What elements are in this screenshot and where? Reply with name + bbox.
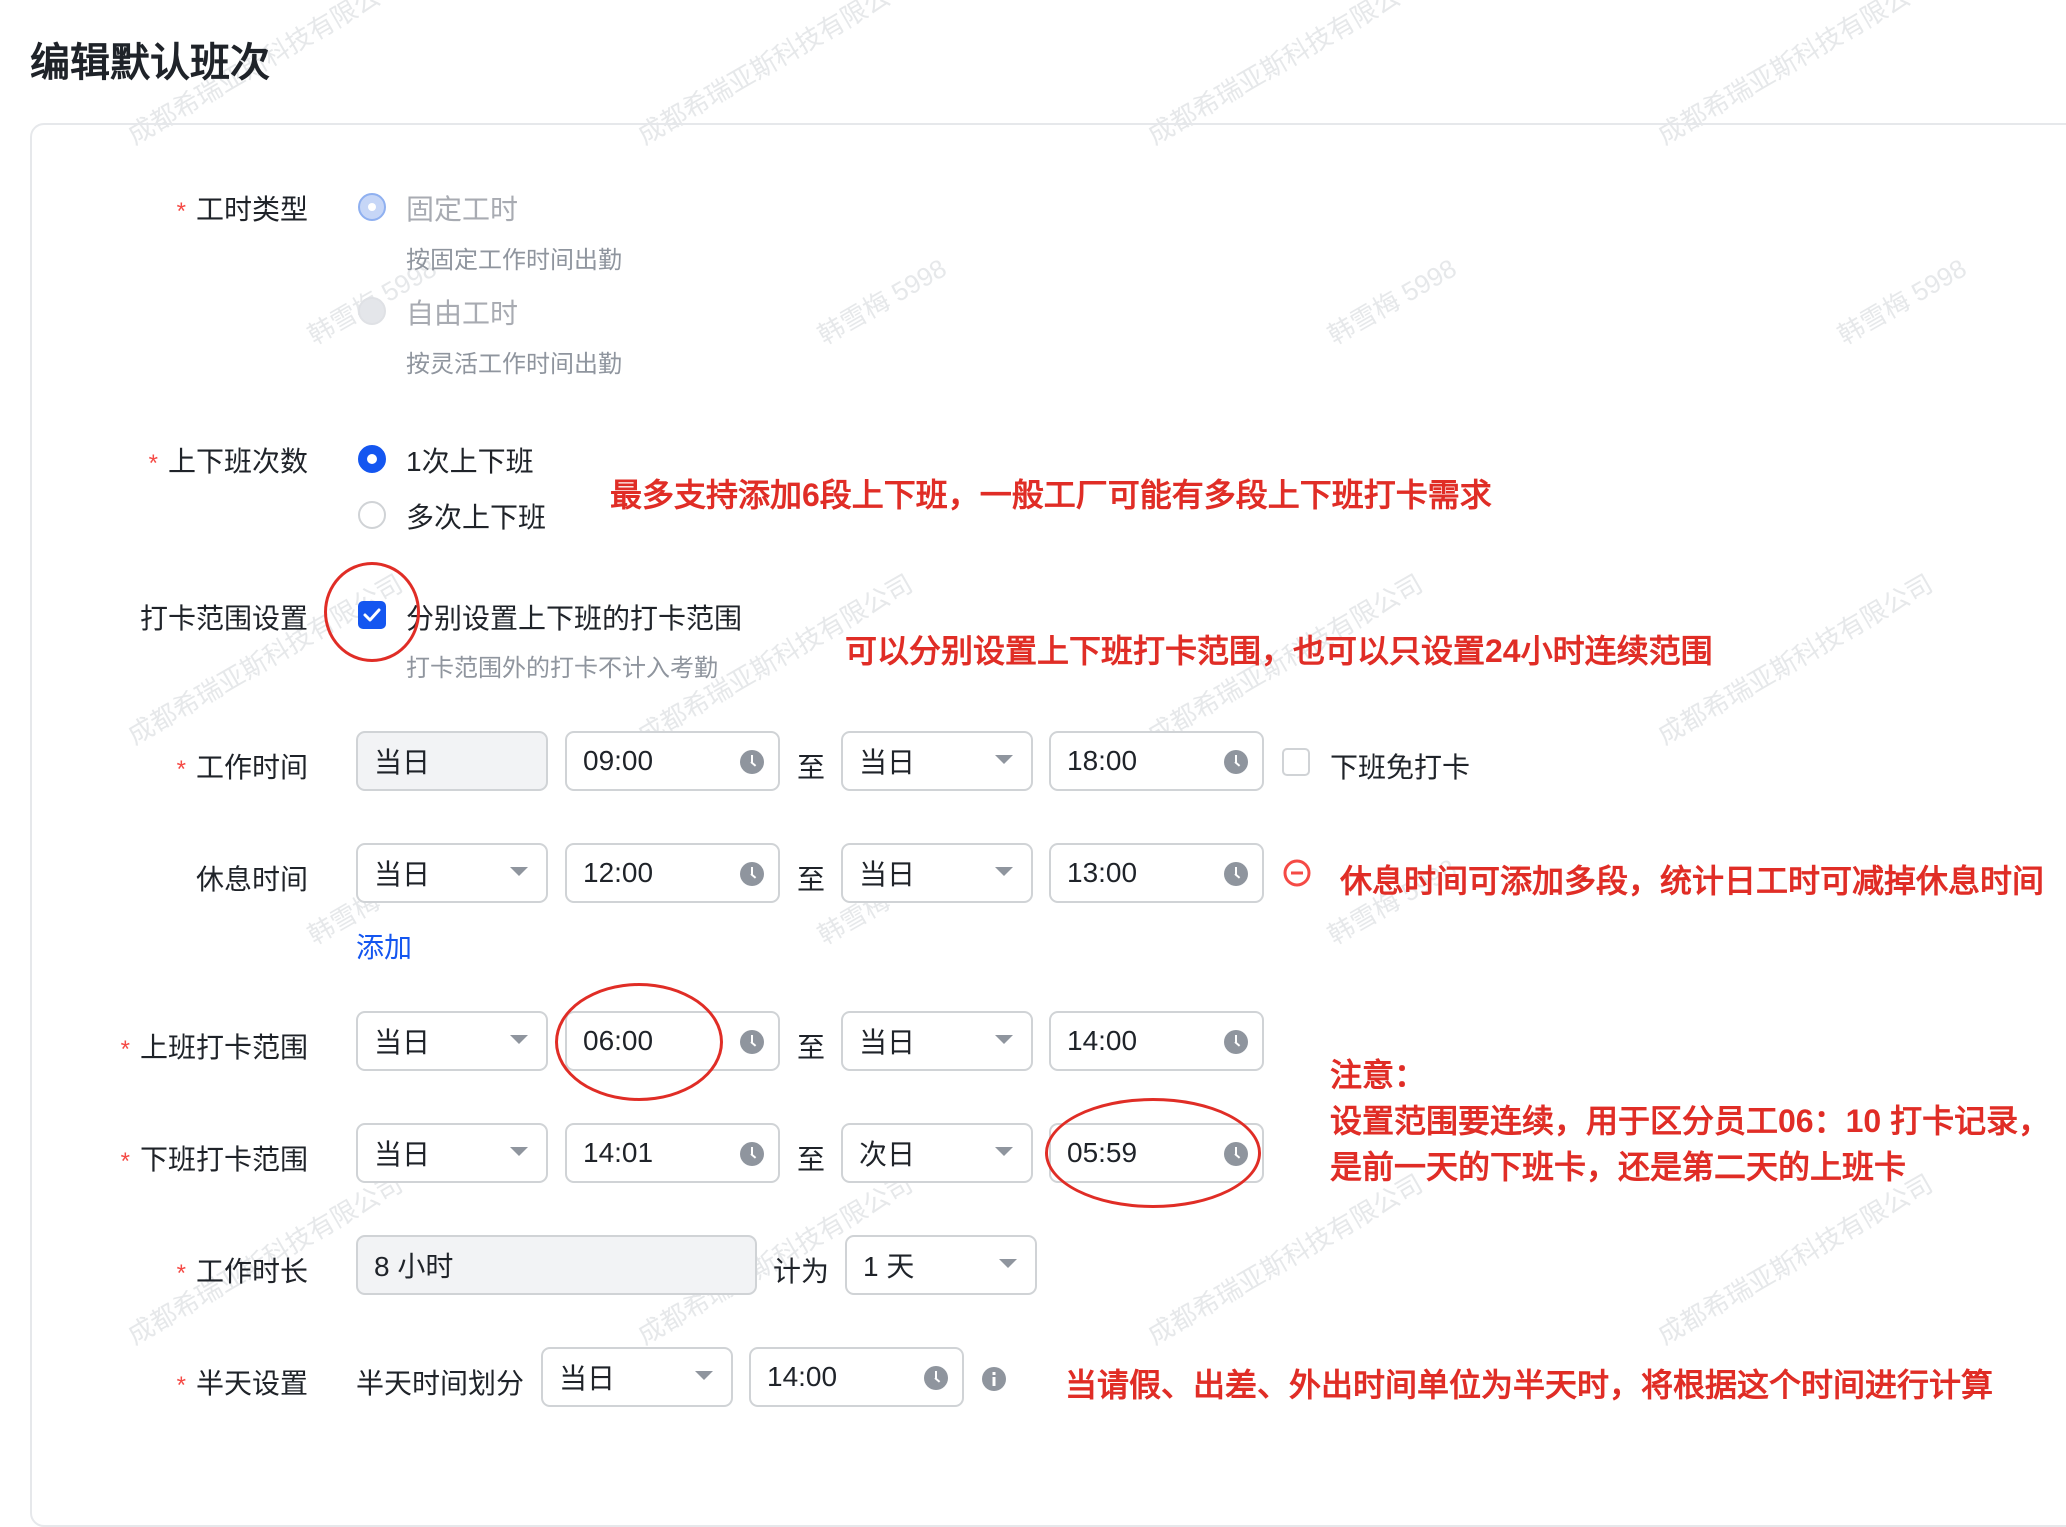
work-type-label: * 工时类型	[176, 194, 308, 225]
half-day-time[interactable]: 14:00	[749, 1347, 964, 1407]
option-flexible-hours-hint: 按灵活工作时间出勤	[406, 351, 622, 378]
checkbox-no-punch-off[interactable]	[1282, 748, 1310, 776]
form-card	[30, 123, 2066, 1527]
annotation-half-day: 当请假、出差、外出时间单位为半天时，将根据这个时间进行计算	[1065, 1367, 1994, 1403]
work-time-end-time[interactable]: 18:00	[1049, 731, 1264, 791]
annotation-multi-shift: 最多支持添加6段上下班，一般工厂可能有多段上下班打卡需求	[610, 477, 1492, 513]
on-duty-end-day[interactable]: 当日	[841, 1011, 1033, 1071]
chevron-down-icon	[510, 1035, 528, 1044]
count-as-select[interactable]: 1 天	[845, 1235, 1037, 1295]
radio-one-shift[interactable]	[358, 445, 386, 473]
punch-range-label: 打卡范围设置	[139, 603, 308, 634]
option-multi-shift-label[interactable]: 多次上下班	[406, 496, 546, 536]
rest-time-start-time[interactable]: 12:00	[565, 843, 780, 903]
off-duty-end-day[interactable]: 次日	[841, 1123, 1033, 1183]
work-time-start-day: 当日	[356, 731, 548, 791]
clock-icon	[740, 1030, 764, 1054]
on-duty-range-label: * 上班打卡范围	[120, 1032, 308, 1063]
clock-icon	[1224, 1030, 1248, 1054]
rest-time-label: 休息时间	[195, 864, 308, 895]
remove-rest-icon[interactable]	[1282, 858, 1312, 893]
chevron-down-icon	[995, 1035, 1013, 1044]
annotation-circle	[555, 983, 723, 1101]
radio-flexible-hours	[358, 297, 386, 325]
chevron-down-icon	[510, 867, 528, 876]
annotation-circle	[324, 562, 420, 662]
half-day-label: * 半天设置	[176, 1368, 308, 1399]
range-separator: 至	[797, 1144, 826, 1175]
work-duration-value: 8 小时	[356, 1235, 757, 1295]
clock-icon	[1224, 750, 1248, 774]
clock-icon	[1224, 862, 1248, 886]
clock-icon	[740, 750, 764, 774]
off-duty-start-time[interactable]: 14:01	[565, 1123, 780, 1183]
annotation-note: 注意： 设置范围要连续，用于区分员工06：10 打卡记录， 是前一天的下班卡，还…	[1330, 1057, 2051, 1185]
off-duty-start-day[interactable]: 当日	[356, 1123, 548, 1183]
clock-icon	[740, 862, 764, 886]
clock-icon	[740, 1142, 764, 1166]
work-time-label: * 工作时间	[176, 752, 308, 783]
chevron-down-icon	[995, 867, 1013, 876]
info-icon[interactable]	[981, 1366, 1007, 1397]
add-rest-link[interactable]: 添加	[356, 926, 412, 966]
clock-icon	[924, 1366, 948, 1390]
on-duty-start-day[interactable]: 当日	[356, 1011, 548, 1071]
option-flexible-hours-label: 自由工时	[406, 298, 519, 329]
page-title: 编辑默认班次	[30, 41, 270, 85]
punch-range-hint: 打卡范围外的打卡不计入考勤	[406, 655, 718, 682]
work-duration-label: * 工作时长	[176, 1256, 308, 1287]
off-duty-range-label: * 下班打卡范围	[120, 1144, 308, 1175]
shift-count-label: * 上下班次数	[148, 446, 308, 477]
half-day-split-label: 半天时间划分	[356, 1368, 525, 1399]
chevron-down-icon	[999, 1259, 1017, 1268]
range-separator: 至	[797, 1032, 826, 1063]
option-fixed-hours-hint: 按固定工作时间出勤	[406, 247, 622, 274]
chevron-down-icon	[695, 1371, 713, 1380]
on-duty-end-time[interactable]: 14:00	[1049, 1011, 1264, 1071]
option-one-shift-label[interactable]: 1次上下班	[406, 440, 534, 480]
chevron-down-icon	[510, 1147, 528, 1156]
checkbox-separate-range-label[interactable]: 分别设置上下班的打卡范围	[406, 597, 742, 637]
work-time-start-time[interactable]: 09:00	[565, 731, 780, 791]
count-as-label: 计为	[773, 1256, 830, 1287]
chevron-down-icon	[995, 1147, 1013, 1156]
annotation-range: 可以分别设置上下班打卡范围，也可以只设置24小时连续范围	[845, 633, 1713, 669]
work-time-end-day[interactable]: 当日	[841, 731, 1033, 791]
rest-time-end-day[interactable]: 当日	[841, 843, 1033, 903]
radio-multi-shift[interactable]	[358, 501, 386, 529]
half-day-day-select[interactable]: 当日	[541, 1347, 733, 1407]
rest-time-end-time[interactable]: 13:00	[1049, 843, 1264, 903]
rest-time-start-day[interactable]: 当日	[356, 843, 548, 903]
annotation-circle	[1045, 1098, 1261, 1208]
radio-fixed-hours	[358, 193, 386, 221]
annotation-rest: 休息时间可添加多段，统计日工时可减掉休息时间	[1340, 863, 2045, 899]
chevron-down-icon	[995, 755, 1013, 764]
range-separator: 至	[797, 752, 826, 783]
no-punch-off-label[interactable]: 下班免打卡	[1330, 746, 1470, 786]
option-fixed-hours-label: 固定工时	[406, 194, 519, 225]
range-separator: 至	[797, 864, 826, 895]
